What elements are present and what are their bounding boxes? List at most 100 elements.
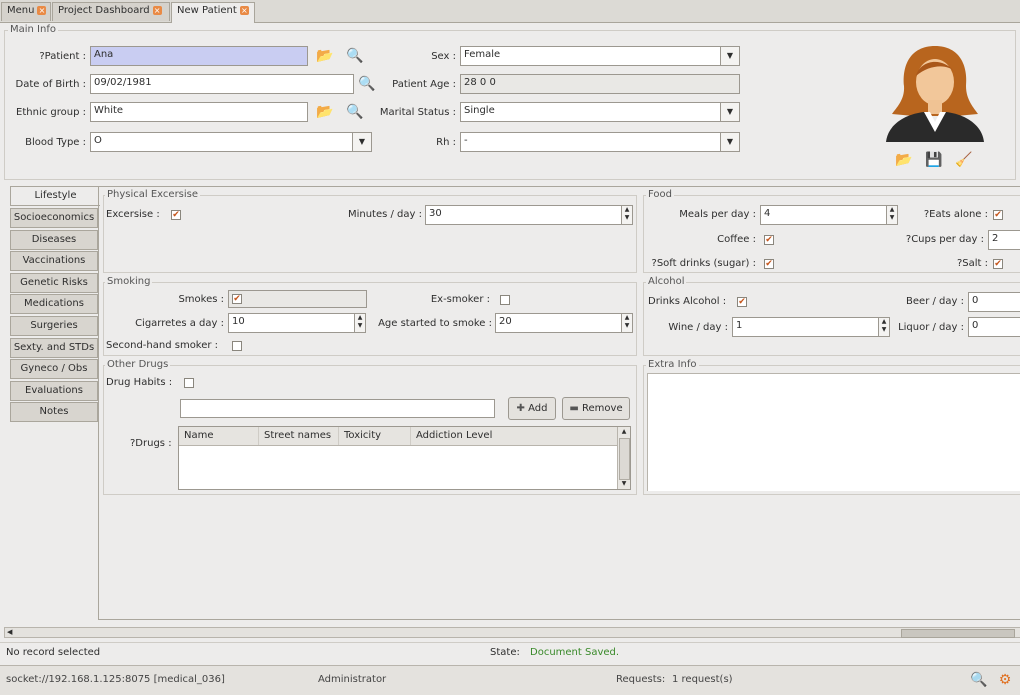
rh-select[interactable]: - ▼ — [460, 132, 740, 152]
liquor-per-day-label: Liquor / day : — [898, 322, 964, 333]
blood-type-select[interactable]: O ▼ — [90, 132, 372, 152]
age-started-smoking-spinner[interactable]: 20 ▲ ▼ — [495, 313, 633, 333]
search-record-icon[interactable]: 🔍 — [346, 47, 364, 65]
record-status-text: No record selected — [6, 647, 101, 658]
cigarettes-per-day-spinner[interactable]: 10 ▲ ▼ — [228, 313, 366, 333]
drug-habits-checkbox[interactable] — [184, 378, 194, 388]
spinner-arrows-icon[interactable]: ▲ ▼ — [886, 206, 897, 224]
smokes-checkbox[interactable]: ✔ — [232, 294, 242, 304]
notification-icon[interactable]: ⚙ — [996, 671, 1014, 689]
tab-project-dashboard[interactable]: Project Dashboard × — [52, 2, 170, 21]
minutes-per-day-label: Minutes / day : — [347, 209, 422, 220]
blood-type-label: Blood Type : — [25, 137, 86, 148]
close-icon[interactable]: × — [152, 5, 162, 15]
patient-avatar[interactable] — [880, 42, 990, 144]
column-header-toxicity[interactable]: Toxicity — [339, 427, 411, 445]
coffee-checkbox[interactable]: ✔ — [764, 235, 774, 245]
extra-info-textarea[interactable] — [647, 373, 1020, 491]
side-tab-evaluations[interactable]: Evaluations — [10, 381, 98, 401]
side-tab-medications[interactable]: Medications — [10, 294, 98, 314]
side-tab-genetic-risks[interactable]: Genetic Risks — [10, 273, 98, 293]
side-tab-surgeries[interactable]: Surgeries — [10, 316, 98, 336]
open-folder-icon[interactable]: 📂 — [316, 103, 334, 121]
chevron-down-icon[interactable]: ▼ — [720, 47, 739, 65]
drugs-table[interactable]: Name Street names Toxicity Addiction Lev… — [178, 426, 631, 490]
requests-label: Requests: — [616, 674, 666, 685]
drinks-alcohol-checkbox[interactable]: ✔ — [737, 297, 747, 307]
side-tab-lifestyle[interactable]: Lifestyle — [10, 186, 100, 206]
cups-per-day-label: ?Cups per day : — [905, 234, 984, 245]
clear-broom-icon[interactable]: 🧹 — [955, 151, 973, 169]
patient-age-field: 28 0 0 — [460, 74, 740, 94]
minus-icon: ▬ — [569, 403, 579, 414]
ethnic-group-field[interactable]: White — [90, 102, 308, 122]
coffee-label: Coffee : — [717, 234, 756, 245]
tab-menu-label: Menu — [7, 5, 35, 16]
spinner-arrows-icon[interactable]: ▲ ▼ — [354, 314, 365, 332]
search-record-icon[interactable]: 🔍 — [346, 103, 364, 121]
dob-field[interactable]: 09/02/1981 — [90, 74, 354, 94]
horizontal-scrollbar[interactable]: ◀ — [4, 627, 1020, 638]
tab-project-dashboard-label: Project Dashboard — [58, 5, 150, 16]
save-icon[interactable]: 💾 — [925, 151, 943, 169]
scroll-down-icon[interactable]: ▼ — [618, 479, 630, 489]
exercise-label: Excersise : — [106, 209, 160, 220]
drugs-table-scrollbar[interactable]: ▲ ▼ — [617, 427, 630, 489]
column-header-street-names[interactable]: Street names — [259, 427, 339, 445]
add-drug-button[interactable]: ✚ Add — [508, 397, 556, 420]
minutes-per-day-value: 30 — [429, 208, 442, 219]
marital-status-select[interactable]: Single ▼ — [460, 102, 740, 122]
eats-alone-label: ?Eats alone : — [923, 209, 988, 220]
close-icon[interactable]: × — [239, 5, 249, 15]
close-icon[interactable]: × — [37, 5, 47, 15]
spinner-arrows-icon[interactable]: ▲ ▼ — [621, 314, 632, 332]
sex-select[interactable]: Female ▼ — [460, 46, 740, 66]
side-tab-vaccinations[interactable]: Vaccinations — [10, 251, 98, 271]
search-requests-icon[interactable]: 🔍 — [970, 671, 988, 689]
state-label: State: — [490, 647, 520, 658]
open-folder-icon[interactable]: 📂 — [895, 151, 913, 169]
scrollbar-thumb[interactable] — [901, 629, 1015, 638]
extra-info-title: Extra Info — [646, 359, 699, 370]
liquor-per-day-field[interactable]: 0 — [968, 317, 1020, 337]
spinner-arrows-icon[interactable]: ▲ ▼ — [621, 206, 632, 224]
cigarettes-per-day-label: Cigarretes a day : — [135, 318, 224, 329]
sex-value: Female — [464, 49, 501, 60]
minutes-per-day-spinner[interactable]: 30 ▲ ▼ — [425, 205, 633, 225]
chevron-down-icon[interactable]: ▼ — [720, 103, 739, 121]
side-tab-gyneco-obs[interactable]: Gyneco / Obs — [10, 359, 98, 379]
chevron-down-icon[interactable]: ▼ — [352, 133, 371, 151]
scroll-up-icon[interactable]: ▲ — [618, 427, 630, 437]
side-tab-notes[interactable]: Notes — [10, 402, 98, 422]
side-tab-socioeconomics[interactable]: Socioeconomics — [10, 208, 98, 228]
scrollbar-thumb[interactable] — [619, 438, 630, 480]
eats-alone-checkbox[interactable]: ✔ — [993, 210, 1003, 220]
remove-drug-button[interactable]: ▬ Remove — [562, 397, 630, 420]
soft-drinks-label: ?Soft drinks (sugar) : — [651, 258, 756, 269]
side-tab-diseases[interactable]: Diseases — [10, 230, 98, 250]
meals-per-day-spinner[interactable]: 4 ▲ ▼ — [760, 205, 898, 225]
column-header-name[interactable]: Name — [179, 427, 259, 445]
plus-icon: ✚ — [516, 403, 525, 414]
column-header-addiction-level[interactable]: Addiction Level — [411, 427, 617, 445]
patient-field[interactable]: Ana — [90, 46, 308, 66]
soft-drinks-checkbox[interactable]: ✔ — [764, 259, 774, 269]
tab-new-patient[interactable]: New Patient × — [171, 2, 255, 23]
wine-per-day-spinner[interactable]: 1 ▲ ▼ — [732, 317, 890, 337]
ex-smoker-checkbox[interactable] — [500, 295, 510, 305]
beer-per-day-field[interactable]: 0 — [968, 292, 1020, 312]
chevron-down-icon[interactable]: ▼ — [720, 133, 739, 151]
side-tab-sexuality-stds[interactable]: Sexty. and STDs — [10, 338, 98, 358]
food-title: Food — [646, 189, 674, 200]
drug-search-input[interactable] — [180, 399, 495, 418]
open-folder-icon[interactable]: 📂 — [316, 47, 334, 65]
second-hand-smoker-checkbox[interactable] — [232, 341, 242, 351]
ethnic-group-label: Ethnic group : — [16, 107, 86, 118]
salt-checkbox[interactable]: ✔ — [993, 259, 1003, 269]
cups-per-day-field[interactable]: 2 — [988, 230, 1020, 250]
exercise-checkbox[interactable]: ✔ — [171, 210, 181, 220]
tab-menu[interactable]: Menu × — [1, 2, 51, 21]
cigarettes-per-day-value: 10 — [232, 316, 245, 327]
meals-per-day-label: Meals per day : — [679, 209, 756, 220]
scroll-left-icon[interactable]: ◀ — [7, 628, 12, 637]
